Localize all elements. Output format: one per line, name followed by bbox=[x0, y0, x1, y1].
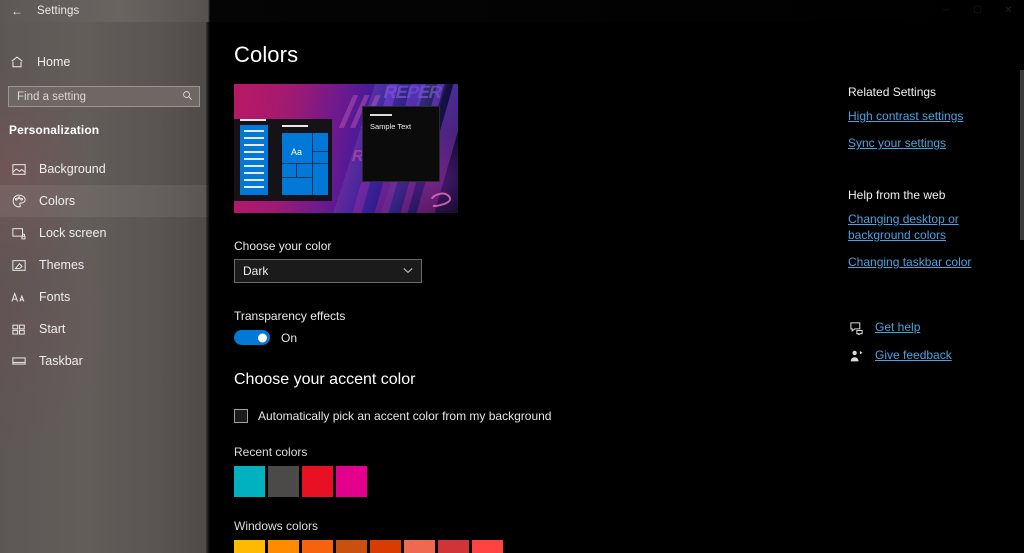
sidebar-item-label: Themes bbox=[39, 258, 85, 272]
give-feedback-icon bbox=[848, 348, 864, 364]
brush-icon bbox=[11, 258, 26, 273]
preview-tile-text: Aa bbox=[291, 147, 303, 157]
content-scrollbar[interactable] bbox=[1020, 44, 1024, 553]
windows-color-swatch[interactable] bbox=[404, 540, 435, 553]
related-settings-heading: Related Settings bbox=[848, 85, 937, 99]
window-title: Settings bbox=[37, 5, 80, 17]
maximize-button[interactable]: ☐ bbox=[962, 0, 993, 22]
link-sync-your-settings[interactable]: Sync your settings bbox=[848, 136, 1010, 152]
preview-start-menu: Aa bbox=[234, 119, 332, 201]
start-grid-icon bbox=[11, 322, 26, 337]
windows-color-swatch[interactable] bbox=[336, 540, 367, 553]
sidebar-item-label: Taskbar bbox=[39, 354, 83, 368]
choose-color-dropdown[interactable]: Dark bbox=[234, 259, 422, 283]
scrollbar-thumb[interactable] bbox=[1020, 70, 1024, 240]
windows-color-swatch[interactable] bbox=[302, 540, 333, 553]
sidebar-category-title: Personalization bbox=[9, 123, 100, 137]
windows-color-swatch[interactable] bbox=[268, 540, 299, 553]
lock-screen-icon bbox=[11, 226, 26, 241]
transparency-toggle[interactable] bbox=[234, 330, 270, 345]
preview-sample-text: Sample Text bbox=[370, 122, 412, 131]
maximize-icon: ☐ bbox=[973, 5, 982, 16]
help-from-web-heading: Help from the web bbox=[848, 187, 946, 202]
theme-preview: /// REPER REP bbox=[234, 84, 458, 213]
sidebar-item-lock-screen[interactable]: Lock screen bbox=[0, 217, 210, 249]
back-arrow-icon: ← bbox=[11, 4, 23, 18]
fonts-icon bbox=[11, 290, 26, 305]
preview-app-list bbox=[240, 125, 268, 195]
windows-color-swatch[interactable] bbox=[370, 540, 401, 553]
chevron-down-icon bbox=[403, 266, 413, 276]
recent-color-swatch[interactable] bbox=[234, 466, 265, 497]
sidebar-item-colors[interactable]: Colors bbox=[0, 185, 210, 217]
sidebar-nav-list: Background Colors Lock screen Themes Fon… bbox=[0, 145, 210, 377]
sidebar-item-label: Lock screen bbox=[39, 226, 107, 240]
related-settings-rail: Related Settings High contrast settings … bbox=[838, 22, 1024, 553]
windows-color-swatch[interactable] bbox=[234, 540, 265, 553]
sidebar-item-start[interactable]: Start bbox=[0, 313, 210, 345]
search-icon bbox=[182, 90, 193, 104]
home-icon bbox=[9, 55, 25, 69]
title-bar: ← Settings ─ ☐ ✕ bbox=[0, 0, 1024, 22]
window-controls: ─ ☐ ✕ bbox=[931, 0, 1024, 22]
get-help-row[interactable]: Get help bbox=[848, 320, 1010, 336]
palette-icon bbox=[11, 194, 26, 209]
sidebar: Home Personalization bbox=[0, 22, 210, 553]
sidebar-item-background[interactable]: Background bbox=[0, 153, 210, 185]
windows-color-swatch[interactable] bbox=[438, 540, 469, 553]
taskbar-icon bbox=[11, 354, 26, 369]
search-input[interactable] bbox=[9, 90, 199, 103]
sidebar-item-taskbar[interactable]: Taskbar bbox=[0, 345, 210, 377]
window-body: Home Personalization bbox=[0, 22, 1024, 553]
rail-spacer bbox=[848, 282, 1010, 308]
recent-color-swatch[interactable] bbox=[302, 466, 333, 497]
get-help-icon bbox=[848, 320, 864, 336]
close-icon: ✕ bbox=[1004, 5, 1013, 16]
recent-color-swatch[interactable] bbox=[268, 466, 299, 497]
transparency-state: On bbox=[281, 330, 298, 345]
link-changing-taskbar-color[interactable]: Changing taskbar color bbox=[848, 255, 1010, 271]
sidebar-item-label: Colors bbox=[39, 194, 76, 208]
link-give-feedback[interactable]: Give feedback bbox=[875, 348, 952, 364]
recent-color-swatch[interactable] bbox=[336, 466, 367, 497]
sidebar-item-label: Start bbox=[39, 322, 66, 336]
sidebar-item-home[interactable]: Home bbox=[0, 46, 210, 78]
sidebar-item-label: Background bbox=[39, 162, 106, 176]
sidebar-item-themes[interactable]: Themes bbox=[0, 249, 210, 281]
preview-window-titlebar bbox=[370, 114, 392, 116]
search-box[interactable] bbox=[8, 86, 200, 107]
link-changing-desktop-colors[interactable]: Changing desktop or background colors bbox=[848, 212, 1010, 244]
back-button[interactable]: ← bbox=[0, 0, 34, 22]
minimize-icon: ─ bbox=[942, 5, 951, 16]
sidebar-item-fonts[interactable]: Fonts bbox=[0, 281, 210, 313]
auto-accent-label: Automatically pick an accent color from … bbox=[258, 409, 552, 423]
link-high-contrast-settings[interactable]: High contrast settings bbox=[848, 109, 1010, 125]
preview-tiles: Aa bbox=[282, 133, 328, 195]
sidebar-home-label: Home bbox=[37, 55, 71, 69]
windows-color-swatch[interactable] bbox=[472, 540, 503, 553]
toggle-knob bbox=[258, 333, 267, 342]
minimize-button[interactable]: ─ bbox=[931, 0, 962, 22]
choose-color-value: Dark bbox=[243, 264, 269, 278]
link-get-help[interactable]: Get help bbox=[875, 320, 920, 336]
search-container bbox=[0, 78, 210, 107]
sidebar-item-label: Fonts bbox=[39, 290, 71, 304]
auto-accent-checkbox[interactable] bbox=[234, 409, 248, 423]
preview-sample-window: Sample Text bbox=[362, 106, 440, 182]
close-button[interactable]: ✕ bbox=[993, 0, 1024, 22]
give-feedback-row[interactable]: Give feedback bbox=[848, 348, 1010, 364]
settings-window: ← Settings ─ ☐ ✕ Home Find a setting Per… bbox=[0, 0, 1024, 553]
main-content: Colors /// REPER REP bbox=[210, 22, 1024, 553]
picture-icon bbox=[11, 162, 26, 177]
